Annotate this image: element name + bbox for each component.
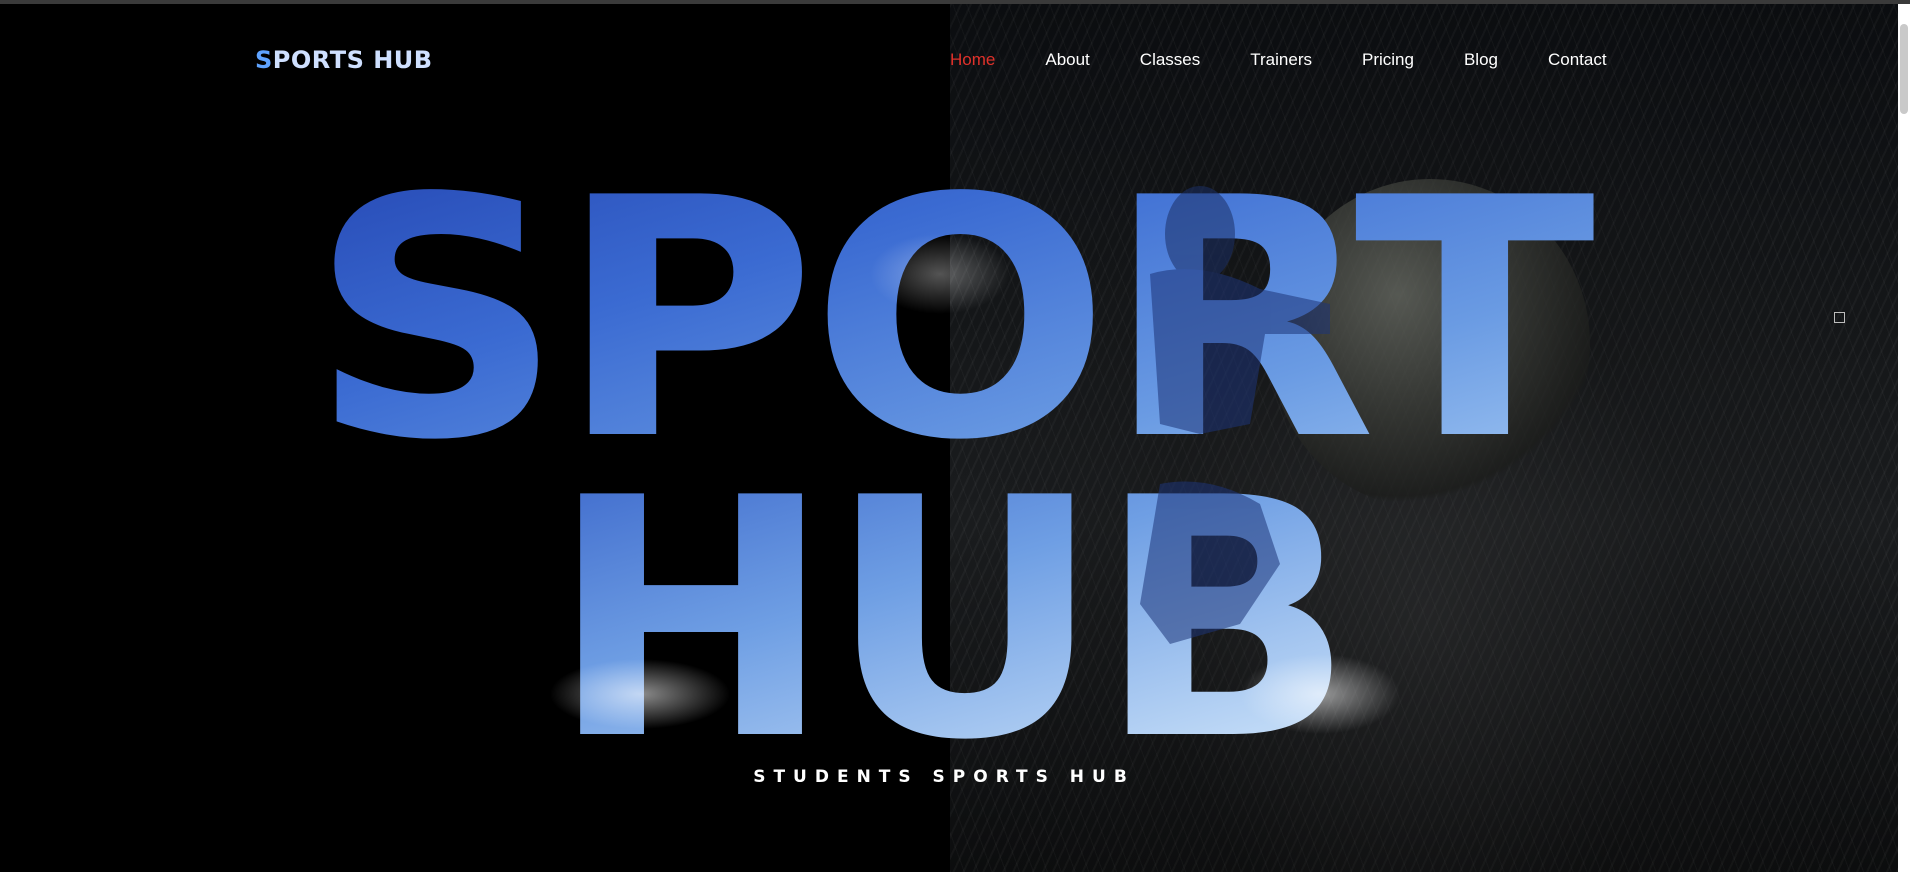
scrollbar-thumb[interactable] bbox=[1900, 24, 1908, 114]
logo-first-letter: S bbox=[255, 46, 273, 74]
nav-link-blog[interactable]: Blog bbox=[1464, 50, 1498, 70]
nav-link-pricing[interactable]: Pricing bbox=[1362, 50, 1414, 70]
small-square-icon[interactable] bbox=[1834, 312, 1845, 323]
navbar: SPORTS HUB Home About Classes Trainers P… bbox=[0, 4, 1898, 114]
page: SPORT HUB STUDENTS SPORTS HUB SPORTS HUB… bbox=[0, 4, 1898, 872]
hero-tagline: STUDENTS SPORTS HUB bbox=[0, 767, 1898, 787]
logo-rest: PORTS HUB bbox=[272, 46, 433, 74]
hero-tagline-text: STUDENTS SPORTS HUB bbox=[753, 767, 1135, 787]
nav-links: Home About Classes Trainers Pricing Blog… bbox=[950, 50, 1657, 70]
nav-link-contact[interactable]: Contact bbox=[1548, 50, 1607, 70]
nav-link-trainers[interactable]: Trainers bbox=[1250, 50, 1312, 70]
scrollbar-track[interactable] bbox=[1898, 4, 1910, 872]
nav-link-classes[interactable]: Classes bbox=[1140, 50, 1200, 70]
hero-title-graphic: SPORT HUB bbox=[309, 128, 1603, 812]
hero-section: SPORT HUB STUDENTS SPORTS HUB bbox=[0, 4, 1898, 872]
nav-link-home[interactable]: Home bbox=[950, 50, 995, 70]
site-logo[interactable]: SPORTS HUB bbox=[255, 46, 433, 74]
nav-link-about[interactable]: About bbox=[1045, 50, 1089, 70]
